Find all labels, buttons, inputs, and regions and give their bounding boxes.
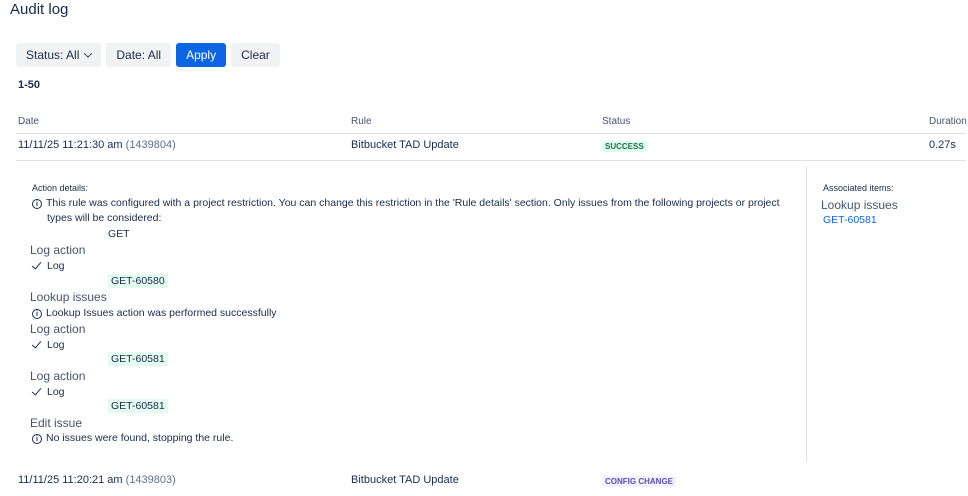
header-duration[interactable]: Duration bbox=[929, 116, 967, 127]
check-icon bbox=[32, 341, 43, 349]
restriction-message: i This rule was configured with a projec… bbox=[32, 197, 780, 209]
row-date: 11/11/25 11:21:30 am (1439804) bbox=[18, 139, 176, 151]
action-details-label: Action details: bbox=[32, 183, 89, 193]
issue-key: GET-60581 bbox=[108, 399, 168, 413]
check-icon bbox=[32, 388, 43, 396]
table-row[interactable]: 11/11/25 11:21:30 am (1439804) Bitbucket… bbox=[16, 135, 966, 161]
step-heading: Edit issue bbox=[30, 416, 83, 430]
issue-key: GET-60581 bbox=[108, 352, 168, 366]
restriction-text-1: This rule was configured with a project … bbox=[46, 197, 780, 209]
row-rule: Bitbucket TAD Update bbox=[351, 474, 459, 486]
restriction-text-2: types will be considered: bbox=[47, 212, 162, 224]
step-heading: Lookup issues bbox=[30, 290, 107, 304]
header-date[interactable]: Date bbox=[18, 116, 39, 127]
step-message: i No issues were found, stopping the rul… bbox=[32, 432, 233, 444]
status-badge: CONFIG CHANGE bbox=[602, 476, 676, 487]
date-filter-button[interactable]: Date: All bbox=[106, 43, 172, 67]
status-filter-label: Status: All bbox=[26, 48, 80, 62]
divider bbox=[806, 166, 807, 462]
associated-issue-link[interactable]: GET-60581 bbox=[823, 214, 877, 226]
step-status: Log bbox=[32, 339, 65, 351]
associated-items-label: Associated items: bbox=[823, 183, 894, 193]
info-icon: i bbox=[32, 434, 42, 444]
page-title: Audit log bbox=[10, 1, 69, 18]
step-heading: Log action bbox=[30, 369, 86, 383]
chevron-down-icon bbox=[84, 49, 93, 58]
status-badge: SUCCESS bbox=[602, 141, 647, 152]
row-details-panel: Action details: i This rule was configur… bbox=[16, 166, 966, 462]
step-heading: Log action bbox=[30, 322, 86, 336]
step-status: Log bbox=[32, 386, 65, 398]
apply-button[interactable]: Apply bbox=[176, 43, 227, 67]
header-rule[interactable]: Rule bbox=[351, 116, 372, 127]
info-icon: i bbox=[32, 309, 42, 319]
step-heading: Log action bbox=[30, 243, 86, 257]
check-icon bbox=[32, 262, 43, 270]
row-date: 11/11/25 11:20:21 am (1439803) bbox=[18, 474, 176, 486]
filter-bar: Status: All Date: All Apply Clear bbox=[16, 43, 280, 67]
step-status: Log bbox=[32, 260, 65, 272]
issue-key: GET-60580 bbox=[108, 274, 168, 288]
row-duration: 0.27s bbox=[929, 139, 956, 151]
header-status[interactable]: Status bbox=[602, 116, 630, 127]
step-message: i Lookup Issues action was performed suc… bbox=[32, 307, 277, 319]
project-key: GET bbox=[108, 228, 130, 240]
clear-button[interactable]: Clear bbox=[231, 43, 280, 67]
table-header: Date Rule Status Duration bbox=[16, 112, 967, 134]
row-rule: Bitbucket TAD Update bbox=[351, 139, 459, 151]
table-row[interactable]: 11/11/25 11:20:21 am (1439803) Bitbucket… bbox=[16, 470, 966, 496]
associated-heading: Lookup issues bbox=[821, 198, 898, 212]
result-range: 1-50 bbox=[18, 79, 41, 91]
status-filter-button[interactable]: Status: All bbox=[16, 43, 102, 67]
info-icon: i bbox=[32, 199, 42, 209]
